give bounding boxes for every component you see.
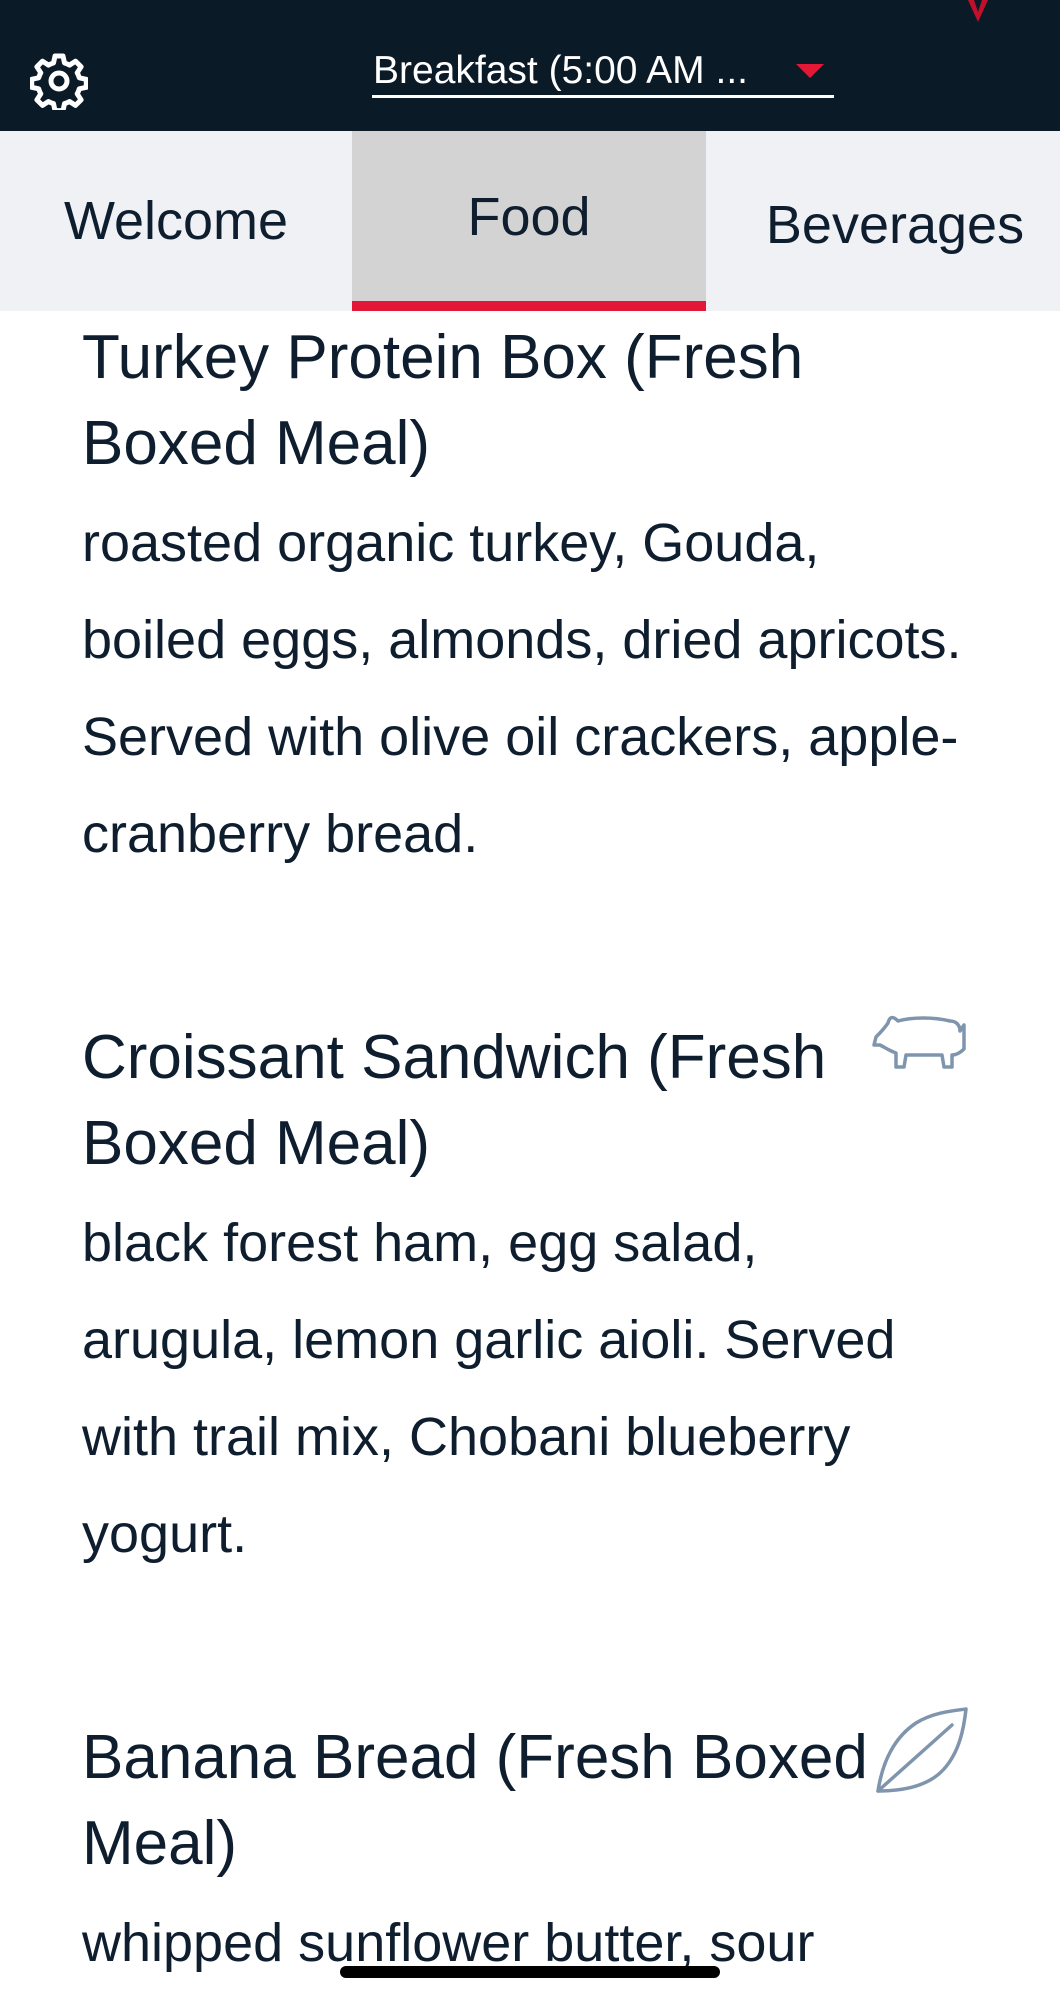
leaf-icon: [876, 1707, 968, 1793]
tab-label: Beverages: [765, 195, 1025, 255]
top-bar: Breakfast (5:00 AM ...: [0, 0, 1060, 131]
meal-period-dropdown[interactable]: Breakfast (5:00 AM ...: [372, 44, 834, 98]
menu-item: Banana Bread (Fresh Boxed Meal) whipped …: [82, 1715, 982, 1992]
menu-item-title: Croissant Sandwich (Fresh Boxed Meal): [82, 1023, 827, 1178]
home-indicator[interactable]: [340, 1966, 720, 1978]
delta-widget-icon: [968, 0, 988, 22]
menu-item: Turkey Protein Box (Fresh Boxed Meal) ro…: [82, 315, 982, 883]
pork-icon: [872, 1015, 966, 1069]
gear-icon[interactable]: [30, 52, 88, 110]
tab-label: Food: [467, 187, 591, 247]
tab-bar: Welcome Food Beverages: [0, 131, 1060, 311]
menu-item-description: roasted organic turkey, Gouda, boiled eg…: [82, 513, 962, 864]
menu-item-title: Turkey Protein Box (Fresh Boxed Meal): [82, 323, 804, 478]
menu-item-title: Banana Bread (Fresh Boxed Meal): [82, 1723, 868, 1878]
tab-welcome[interactable]: Welcome: [0, 131, 352, 311]
menu-item-description: black forest ham, egg salad, arugula, le…: [82, 1213, 896, 1564]
menu-list[interactable]: Turkey Protein Box (Fresh Boxed Meal) ro…: [0, 311, 1060, 2000]
meal-period-label: Breakfast (5:00 AM ...: [373, 49, 748, 92]
tab-label: Welcome: [63, 191, 289, 251]
tab-beverages[interactable]: Beverages: [706, 131, 1060, 311]
menu-item: Croissant Sandwich (Fresh Boxed Meal) bl…: [82, 1015, 982, 1583]
chevron-down-icon: [796, 64, 824, 78]
tab-food[interactable]: Food: [352, 131, 706, 311]
